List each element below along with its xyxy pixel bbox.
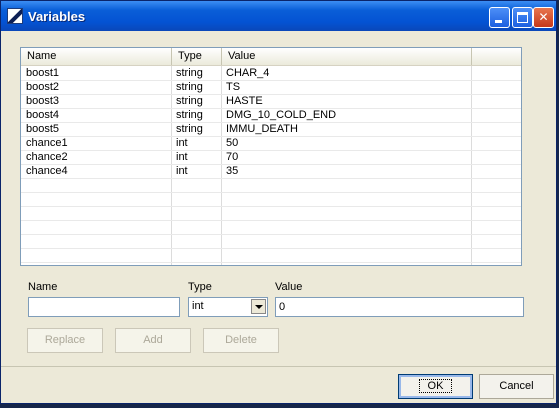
cell-type: int [176, 165, 188, 177]
value-label: Value [275, 281, 303, 293]
cell-name: chance2 [26, 151, 68, 163]
list-header: Name Type Value [21, 48, 521, 66]
replace-button[interactable]: Replace [27, 328, 103, 353]
ok-button[interactable]: OK [398, 374, 473, 399]
cell-value: IMMU_DEATH [226, 123, 298, 135]
column-header-type[interactable]: Type [172, 48, 222, 65]
cell-name: chance1 [26, 137, 68, 149]
maximize-button[interactable] [512, 7, 533, 28]
type-label: Type [188, 281, 212, 293]
cell-name: chance4 [26, 165, 68, 177]
table-row[interactable]: boost4 string DMG_10_COLD_END [21, 109, 521, 123]
app-icon [7, 8, 23, 24]
cell-name: boost5 [26, 123, 60, 135]
cell-name: boost3 [26, 95, 60, 107]
table-row[interactable]: boost2 string TS [21, 81, 521, 95]
close-icon: ✕ [538, 10, 549, 24]
cell-name: boost4 [26, 109, 60, 121]
empty-row [21, 235, 521, 249]
cell-value: 50 [226, 137, 239, 149]
table-row[interactable]: boost1 string CHAR_4 [21, 67, 521, 81]
table-row[interactable]: chance1 int 50 [21, 137, 521, 151]
empty-row [21, 207, 521, 221]
cell-value: HASTE [226, 95, 263, 107]
window-title: Variables [28, 9, 86, 24]
value-input[interactable] [275, 297, 524, 317]
variables-dialog: Variables ✕ Name Type Value boost1 string… [0, 0, 557, 404]
column-header-value[interactable]: Value [222, 48, 472, 65]
name-label: Name [28, 281, 58, 293]
close-button[interactable]: ✕ [533, 7, 554, 28]
separator [1, 366, 556, 367]
empty-row [21, 193, 521, 207]
type-select[interactable]: int [188, 297, 268, 317]
cell-value: CHAR_4 [226, 67, 270, 79]
cancel-button[interactable]: Cancel [479, 374, 554, 399]
empty-row [21, 221, 521, 235]
cell-type: int [176, 137, 188, 149]
variables-list[interactable]: Name Type Value boost1 string CHAR_4 boost2… [20, 47, 522, 266]
column-header-name[interactable]: Name [21, 48, 172, 65]
chevron-down-icon[interactable] [251, 299, 266, 314]
empty-row [21, 249, 521, 263]
empty-row [21, 179, 521, 193]
table-row[interactable]: boost3 string HASTE [21, 95, 521, 109]
minimize-icon [495, 20, 502, 23]
table-row[interactable]: boost5 string IMMU_DEATH [21, 123, 521, 137]
cell-type: string [176, 95, 203, 107]
name-input[interactable] [28, 297, 180, 317]
type-select-value: int [192, 300, 204, 312]
delete-button[interactable]: Delete [203, 328, 279, 353]
cell-type: int [176, 151, 188, 163]
title-bar[interactable]: Variables ✕ [1, 1, 556, 31]
cell-value: 70 [226, 151, 239, 163]
cell-value: TS [226, 81, 241, 93]
minimize-button[interactable] [489, 7, 510, 28]
maximize-icon [517, 12, 528, 23]
ok-button-label: OK [418, 379, 453, 393]
cell-value: DMG_10_COLD_END [226, 109, 337, 121]
cell-type: string [176, 109, 203, 121]
table-row[interactable]: chance4 int 35 [21, 165, 521, 179]
cell-value: 35 [226, 165, 239, 177]
cell-type: string [176, 123, 203, 135]
cell-name: boost1 [26, 67, 60, 79]
table-row[interactable]: chance2 int 70 [21, 151, 521, 165]
cell-type: string [176, 67, 203, 79]
cell-type: string [176, 81, 203, 93]
add-button[interactable]: Add [115, 328, 191, 353]
cell-name: boost2 [26, 81, 60, 93]
